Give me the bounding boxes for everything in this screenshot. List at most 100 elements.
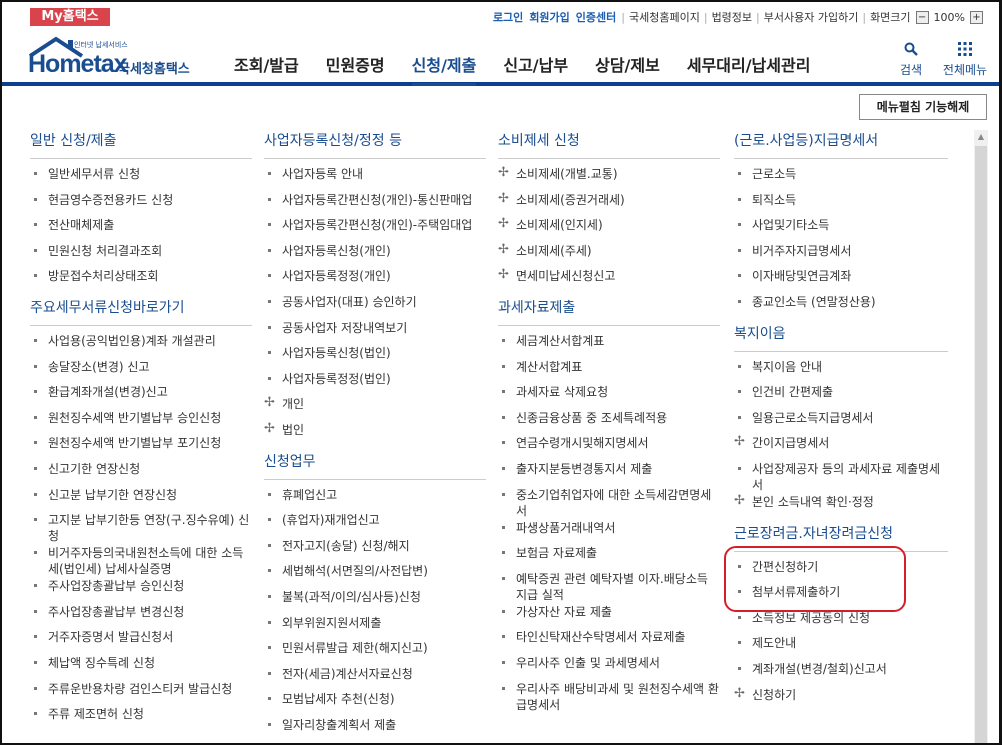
menu-item[interactable]: 과세자료 삭제요청 (498, 383, 720, 409)
menu-item[interactable]: 민원신청 처리결과조회 (30, 242, 252, 268)
menu-group-title[interactable]: 신청업무 (264, 451, 486, 480)
menu-item[interactable]: 휴폐업신고 (264, 486, 486, 512)
menu-item[interactable]: 주사업장총괄납부 변경신청 (30, 603, 252, 629)
menu-item[interactable]: 종교인소득 (연말정산용) (734, 293, 948, 319)
menu-item[interactable]: ✢ 법인 (264, 421, 486, 447)
nav-consult-report[interactable]: 상담/제보 (595, 52, 660, 86)
menu-item[interactable]: 세법해석(서면질의/사전답변) (264, 562, 486, 588)
menu-item[interactable]: 방문접수처리상태조회 (30, 267, 252, 293)
menu-item[interactable]: 타인신탁재산수탁명세서 자료제출 (498, 628, 720, 654)
menu-item[interactable]: 원천징수세액 반기별납부 승인신청 (30, 409, 252, 435)
menu-item[interactable]: 현금영수증전용카드 신청 (30, 191, 252, 217)
dept-user-link[interactable]: 부서사용자 가입하기 (764, 9, 859, 25)
menu-item[interactable]: 세금계산서합계표 (498, 332, 720, 358)
menu-item[interactable]: 사업자등록신청(개인) (264, 242, 486, 268)
menu-item[interactable]: 비거주자등의국내원천소득에 대한 소득세(법인세) 납세사실증명 (30, 544, 252, 577)
menu-item[interactable]: 사업자등록간편신청(개인)-통신판매업 (264, 191, 486, 217)
nts-homepage-link[interactable]: 국세청홈페이지 (629, 9, 700, 25)
menu-item[interactable]: 신종금융상품 중 조세특례적용 (498, 409, 720, 435)
login-link[interactable]: 로그인 (493, 9, 523, 25)
menu-item[interactable]: 우리사주 배당비과세 및 원천징수세액 환급명세서 (498, 680, 720, 713)
menu-item[interactable]: ✢ 소비제세(개별.교통) (498, 165, 720, 191)
menu-item[interactable]: 주류 제조면허 신청 (30, 705, 252, 731)
hometax-logo[interactable]: 인터넷 납세서비스 Hometax 국세청홈택스 (28, 36, 218, 82)
menu-item[interactable]: 송달장소(변경) 신고 (30, 358, 252, 384)
menu-item[interactable]: 환급계좌개설(변경)신고 (30, 383, 252, 409)
menu-item[interactable]: 인건비 간편제출 (734, 383, 948, 409)
cert-center-link[interactable]: 인증센터 (576, 9, 616, 25)
menu-item[interactable]: 우리사주 인출 및 과세명세서 (498, 654, 720, 680)
signup-link[interactable]: 회원가입 (529, 9, 569, 25)
menu-item[interactable]: 일반세무서류 신청 (30, 165, 252, 191)
menu-item[interactable]: 예탁증권 관련 예탁자별 이자.배당소득 지급 실적 (498, 570, 720, 603)
menu-item[interactable]: 사업자등록정정(개인) (264, 267, 486, 293)
menu-item[interactable]: 체납액 징수특례 신청 (30, 654, 252, 680)
menu-item[interactable]: (휴업자)재개업신고 (264, 511, 486, 537)
menu-group-title[interactable]: 사업자등록신청/정정 등 (264, 130, 486, 159)
menu-item[interactable]: ✢ 본인 소득내역 확인·정정 (734, 493, 948, 519)
menu-item[interactable]: 일자리창출계획서 제출 (264, 716, 486, 742)
menu-item[interactable]: 거주자증명서 발급신청서 (30, 628, 252, 654)
menu-item[interactable]: 복지이음 안내 (734, 358, 948, 384)
menu-item[interactable]: 모범납세자 추천(신청) (264, 690, 486, 716)
menu-item[interactable]: 사업자등록신청(법인) (264, 344, 486, 370)
menu-item[interactable]: 파생상품거래내역서 (498, 519, 720, 545)
menu-item[interactable]: 출자지분등변경통지서 제출 (498, 460, 720, 486)
menu-item[interactable]: 주류운반용차량 검인스티커 발급신청 (30, 680, 252, 706)
menu-item[interactable]: 전자고지(송달) 신청/해지 (264, 537, 486, 563)
menu-item[interactable]: 공동사업자(대표) 승인하기 (264, 293, 486, 319)
menu-item[interactable]: 가상자산 자료 제출 (498, 603, 720, 629)
menu-item[interactable]: 이자배당및연금계좌 (734, 267, 948, 293)
menu-item[interactable]: 신고분 납부기한 연장신청 (30, 486, 252, 512)
menu-item[interactable]: 주사업장총괄납부 승인신청 (30, 577, 252, 603)
menu-group-title[interactable]: 과세자료제출 (498, 297, 720, 326)
menu-item[interactable]: ✢ 소비제세(주세) (498, 242, 720, 268)
nav-report-pay[interactable]: 신고/납부 (503, 52, 568, 86)
zoom-out-button[interactable]: − (915, 10, 929, 24)
my-hometax-badge[interactable]: My홈택스 (30, 8, 110, 26)
nav-inquiry-issue[interactable]: 조회/발급 (234, 52, 299, 86)
menu-item[interactable]: ✢ 소비제세(증권거래세) (498, 191, 720, 217)
menu-item[interactable]: 제도안내 (734, 634, 948, 660)
menu-expand-toggle-button[interactable]: 메뉴펼침 기능해제 (859, 94, 987, 120)
menu-item[interactable]: 전자(세금)계산서자료신청 (264, 665, 486, 691)
menu-item[interactable]: 중소기업취업자에 대한 소득세감면명세서 (498, 486, 720, 519)
menu-group-title[interactable]: 주요세무서류신청바로가기 (30, 297, 252, 326)
law-info-link[interactable]: 법령정보 (712, 9, 752, 25)
all-menu-button[interactable]: 전체메뉴 (938, 42, 992, 78)
menu-item[interactable]: 민원서류발급 제한(해지신고) (264, 639, 486, 665)
menu-group-title[interactable]: 소비제세 신청 (498, 130, 720, 159)
menu-item[interactable]: 계좌개설(변경/철회)신고서 (734, 660, 948, 686)
menu-item[interactable]: 비거주자지급명세서 (734, 242, 948, 268)
menu-item[interactable]: 사업및기타소득 (734, 216, 948, 242)
scroll-up-arrow-icon[interactable]: ▲ (974, 130, 988, 144)
zoom-in-button[interactable]: + (970, 10, 983, 24)
menu-group-title[interactable]: (근로.사업등)지급명세서 (734, 130, 948, 159)
menu-item[interactable]: 사업장제공자 등의 과세자료 제출명세서 (734, 460, 948, 493)
menu-item[interactable]: 고지분 납부기한등 연장(구.징수유예) 신청 (30, 511, 252, 544)
menu-item[interactable]: 퇴직소득 (734, 191, 948, 217)
menu-item[interactable]: 사업용(공익법인용)계좌 개설관리 (30, 332, 252, 358)
menu-item[interactable]: ✢ 소비제세(인지세) (498, 216, 720, 242)
nav-apply-submit[interactable]: 신청/제출 (411, 52, 477, 86)
menu-item[interactable]: 계산서합계표 (498, 358, 720, 384)
menu-item[interactable]: 보험금 자료제출 (498, 544, 720, 570)
scrollbar-thumb[interactable] (975, 146, 987, 743)
menu-group-title[interactable]: 복지이음 (734, 323, 948, 352)
menu-group-title[interactable]: 일반 신청/제출 (30, 130, 252, 159)
menu-item[interactable]: 사업자등록간편신청(개인)-주택임대업 (264, 216, 486, 242)
nav-tax-agent[interactable]: 세무대리/납세관리 (687, 52, 811, 86)
menu-item[interactable]: 연금수령개시및해지명세서 (498, 434, 720, 460)
menu-item[interactable]: 공동사업자 저장내역보기 (264, 319, 486, 345)
menu-item[interactable]: 일용근로소득지급명세서 (734, 409, 948, 435)
menu-item[interactable]: 신고기한 연장신청 (30, 460, 252, 486)
menu-item[interactable]: ✢ 면세미납세신청신고 (498, 267, 720, 293)
menu-item[interactable]: 전산매체제출 (30, 216, 252, 242)
menu-item[interactable]: 사업자등록정정(법인) (264, 370, 486, 396)
menu-item[interactable]: 근로소득 (734, 165, 948, 191)
menu-item[interactable]: 외부위원지원서제출 (264, 614, 486, 640)
search-button[interactable]: 검색 (896, 42, 926, 78)
menu-item[interactable]: 소득정보 제공동의 신청 (734, 609, 948, 635)
menu-item[interactable]: ✢ 간이지급명세서 (734, 434, 948, 460)
menu-item[interactable]: ✢ 개인 (264, 395, 486, 421)
